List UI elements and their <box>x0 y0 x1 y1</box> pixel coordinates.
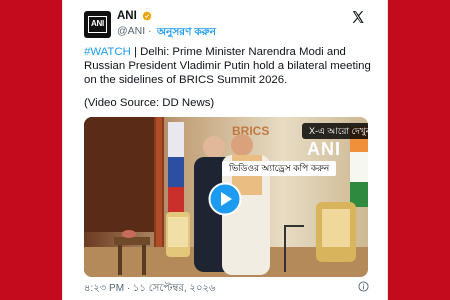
tweet-text: #WATCH | Delhi: Prime Minister Narendra … <box>84 45 376 88</box>
verified-badge-icon <box>142 11 152 21</box>
video-source-text: (Video Source: DD News) <box>84 97 215 109</box>
follow-button[interactable]: অনুসরণ করুন <box>157 25 216 42</box>
author-name[interactable]: ANI <box>117 10 137 22</box>
tweet-card: ANI ANI @ANI · অনুসরণ করুন #WATCH | Delh… <box>62 0 388 300</box>
copy-video-address-menu-item[interactable]: ভিডিওর অ্যাড্রেস কপি করুন <box>222 161 337 176</box>
watch-on-x-button[interactable]: X-এ আরো দেখুন <box>302 123 368 139</box>
ani-watermark: ANI <box>307 139 341 159</box>
tweet-timestamp[interactable]: ৪:২৩ PM · ১১ সেপ্টেম্বর, ২০২৬ <box>84 281 215 298</box>
info-icon[interactable] <box>358 281 369 292</box>
ani-avatar[interactable]: ANI <box>84 11 111 38</box>
video-player[interactable]: BRICS ANI X-এ আরো দেখুন ভিডিওর অ্যাড্রেস… <box>84 117 368 277</box>
x-logo-icon[interactable] <box>351 10 365 24</box>
play-icon[interactable] <box>208 182 242 216</box>
ani-logo-text: ANI <box>91 19 104 28</box>
author-handle[interactable]: @ANI · <box>117 25 152 37</box>
hashtag-link[interactable]: #WATCH <box>84 46 131 58</box>
